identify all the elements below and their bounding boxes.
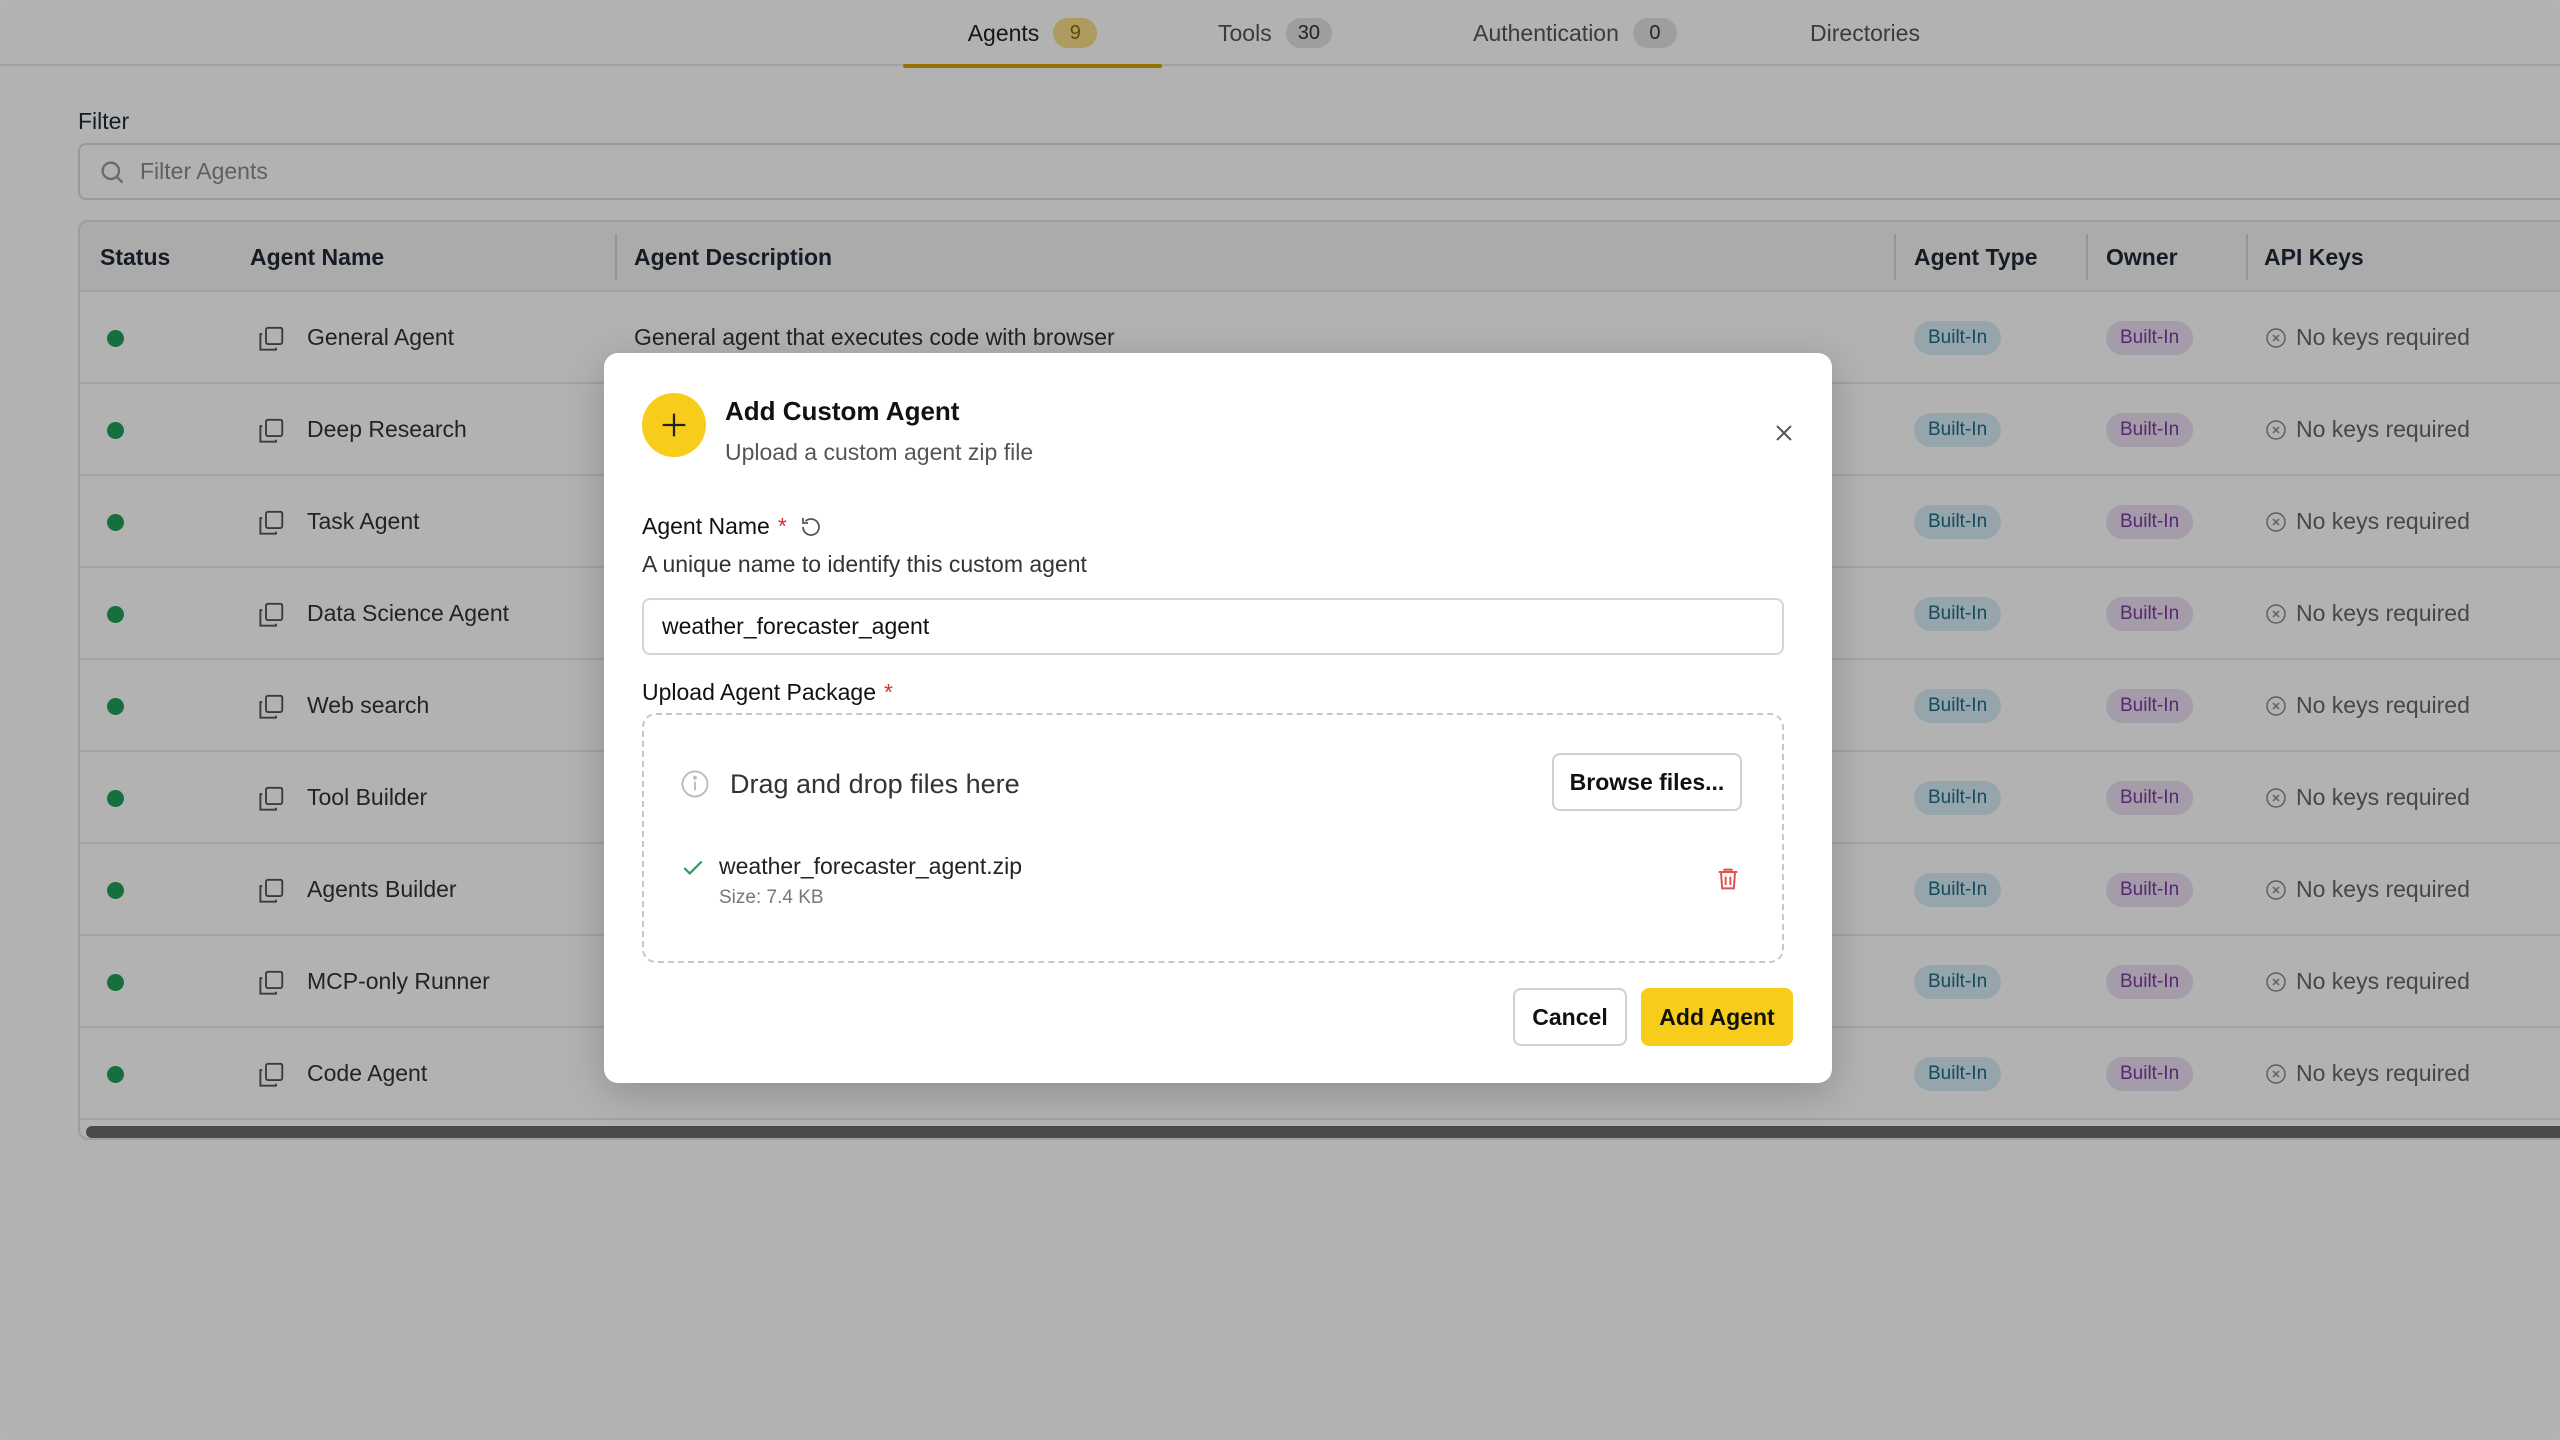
app-window: Agents 9 Tools 30 Authentication 0 Direc… xyxy=(0,0,2560,1440)
uploaded-file-name: weather_forecaster_agent.zip xyxy=(719,853,1023,879)
agent-name-label-text: Agent Name xyxy=(642,513,770,539)
upload-package-label: Upload Agent Package * xyxy=(642,679,893,706)
required-asterisk: * xyxy=(777,513,787,539)
info-icon xyxy=(681,770,709,798)
plus-icon xyxy=(642,393,706,457)
refresh-icon[interactable] xyxy=(799,515,823,539)
agent-name-help: A unique name to identify this custom ag… xyxy=(642,551,1087,577)
agent-name-input[interactable] xyxy=(642,598,1784,655)
uploaded-file-size: Size: 7.4 KB xyxy=(719,887,824,908)
dialog-title: Add Custom Agent xyxy=(725,396,960,426)
upload-package-label-text: Upload Agent Package xyxy=(642,679,877,705)
trash-icon[interactable] xyxy=(1714,865,1742,893)
close-button[interactable] xyxy=(1766,415,1802,451)
check-icon xyxy=(683,860,703,875)
required-asterisk: * xyxy=(884,679,893,705)
file-dropzone[interactable]: Drag and drop files here Browse files...… xyxy=(642,713,1784,963)
close-icon xyxy=(1776,425,1792,441)
dropzone-text: Drag and drop files here xyxy=(730,769,1020,799)
cancel-button[interactable]: Cancel xyxy=(1513,988,1627,1046)
dialog-subtitle: Upload a custom agent zip file xyxy=(725,439,1034,465)
add-custom-agent-dialog: Add Custom Agent Upload a custom agent z… xyxy=(604,353,1832,1083)
agent-name-label: Agent Name * xyxy=(642,513,823,540)
browse-files-button[interactable]: Browse files... xyxy=(1552,753,1742,811)
add-agent-button[interactable]: Add Agent xyxy=(1641,988,1793,1046)
